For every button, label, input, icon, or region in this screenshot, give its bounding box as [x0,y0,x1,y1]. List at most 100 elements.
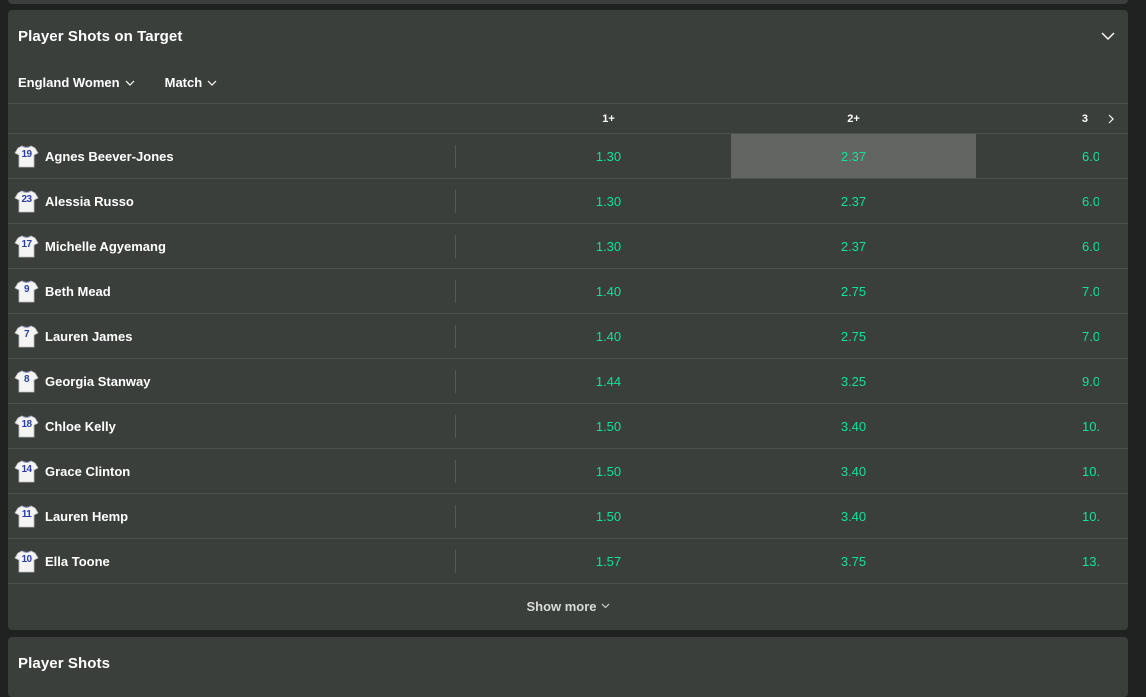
player-cell: 11 Lauren Hemp [8,494,486,538]
odds-button-2plus[interactable]: 2.37 [731,224,976,268]
odds-value: 6.0 [1082,238,1099,254]
table-row: 17 Michelle Agyemang 1.30 2.37 6.0 [8,224,1128,269]
odds-button-1plus[interactable]: 1.50 [486,494,731,538]
player-cell: 14 Grace Clinton [8,449,486,493]
player-cell: 23 Alessia Russo [8,179,486,223]
odds-table-header: 1+ 2+ 3 [8,104,1128,134]
shirt-icon: 8 [14,369,39,394]
shirt-number: 18 [21,418,32,430]
shirt-number: 11 [21,508,32,520]
market-filters: England Women Match [8,62,1128,104]
shirt-icon: 23 [14,189,39,214]
market-header[interactable]: Player Shots [8,637,1128,689]
chevron-down-icon[interactable] [1098,26,1118,46]
odds-button-2plus[interactable]: 2.37 [731,134,976,178]
odds-button-1plus[interactable]: 1.50 [486,404,731,448]
shirt-icon: 17 [14,234,39,259]
table-row: 8 Georgia Stanway 1.44 3.25 9.0 [8,359,1128,404]
table-row: 10 Ella Toone 1.57 3.75 13. [8,539,1128,584]
show-more-button[interactable]: Show more [8,584,1128,628]
odds-value: 9.0 [1082,373,1099,389]
odds-button-1plus[interactable]: 1.57 [486,539,731,583]
shirt-number: 23 [21,193,32,205]
odds-button-2plus[interactable]: 2.75 [731,314,976,358]
shirt-icon: 9 [14,279,39,304]
table-row: 7 Lauren James 1.40 2.75 7.0 [8,314,1128,359]
player-cell: 10 Ella Toone [8,539,486,583]
chevron-down-icon [207,80,217,86]
odds-button-1plus[interactable]: 1.40 [486,269,731,313]
odds-button-1plus[interactable]: 1.30 [486,224,731,268]
odds-button-2plus[interactable]: 3.25 [731,359,976,403]
market-card-shots-on-target: Player Shots on Target England Women Mat… [8,10,1128,630]
player-cell: 8 Georgia Stanway [8,359,486,403]
odds-value: 13. [1082,553,1099,569]
shirt-icon: 18 [14,414,39,439]
odds-button-2plus[interactable]: 3.40 [731,449,976,493]
odds-button-2plus[interactable]: 2.37 [731,179,976,223]
shirt-icon: 14 [14,459,39,484]
odds-button-2plus[interactable]: 2.75 [731,269,976,313]
previous-card-edge [8,0,1128,4]
market-title: Player Shots [18,654,111,672]
shirt-number: 19 [21,148,32,160]
shirt-icon: 7 [14,324,39,349]
shirt-number: 10 [21,553,32,565]
column-header-2plus: 2+ [847,112,860,125]
odds-button-1plus[interactable]: 1.44 [486,359,731,403]
odds-value: 10. [1082,463,1099,479]
odds-value: 6.0 [1082,148,1099,164]
odds-button-3plus[interactable]: 10. [976,404,1128,448]
player-name: Grace Clinton [45,463,131,479]
odds-button-3plus[interactable]: 10. [976,449,1128,493]
player-name: Lauren James [45,328,133,344]
odds-value: 7.0 [1082,283,1099,299]
odds-button-3plus[interactable]: 7.0 [976,269,1128,313]
player-name: Chloe Kelly [45,418,116,434]
shirt-number: 9 [23,283,30,295]
shirt-number: 8 [23,373,30,385]
chevron-right-icon[interactable] [1104,112,1118,126]
odds-button-3plus[interactable]: 10. [976,494,1128,538]
column-header-1plus: 1+ [602,112,615,125]
odds-button-3plus[interactable]: 9.0 [976,359,1128,403]
shirt-icon: 19 [14,144,39,169]
odds-button-3plus[interactable]: 6.0 [976,179,1128,223]
table-row: 9 Beth Mead 1.40 2.75 7.0 [8,269,1128,314]
market-header[interactable]: Player Shots on Target [8,10,1128,62]
odds-value: 10. [1082,418,1099,434]
team-filter-label: England Women [18,75,120,90]
table-row: 23 Alessia Russo 1.30 2.37 6.0 [8,179,1128,224]
odds-button-1plus[interactable]: 1.30 [486,179,731,223]
odds-button-3plus[interactable]: 6.0 [976,134,1128,178]
period-filter-dropdown[interactable]: Match [165,75,218,90]
player-cell: 19 Agnes Beever-Jones [8,134,486,178]
shirt-number: 7 [23,328,30,340]
odds-button-1plus[interactable]: 1.50 [486,449,731,493]
team-filter-dropdown[interactable]: England Women [18,75,135,90]
table-row: 14 Grace Clinton 1.50 3.40 10. [8,449,1128,494]
table-row: 19 Agnes Beever-Jones 1.30 2.37 6.0 [8,134,1128,179]
player-name: Lauren Hemp [45,508,129,524]
player-name: Georgia Stanway [45,373,151,389]
odds-button-2plus[interactable]: 3.40 [731,404,976,448]
chevron-down-icon [125,80,135,86]
player-cell: 18 Chloe Kelly [8,404,486,448]
odds-button-1plus[interactable]: 1.30 [486,134,731,178]
odds-button-3plus[interactable]: 6.0 [976,224,1128,268]
odds-button-2plus[interactable]: 3.75 [731,539,976,583]
player-name: Alessia Russo [45,193,134,209]
shirt-number: 17 [21,238,32,250]
odds-button-2plus[interactable]: 3.40 [731,494,976,538]
shirt-icon: 10 [14,549,39,574]
player-cell: 9 Beth Mead [8,269,486,313]
odds-button-3plus[interactable]: 7.0 [976,314,1128,358]
show-more-label: Show more [526,598,597,614]
player-cell: 7 Lauren James [8,314,486,358]
period-filter-label: Match [164,75,203,90]
odds-button-1plus[interactable]: 1.40 [486,314,731,358]
player-cell: 17 Michelle Agyemang [8,224,486,268]
odds-button-3plus[interactable]: 13. [976,539,1128,583]
player-name: Ella Toone [45,553,110,569]
player-rows: 19 Agnes Beever-Jones 1.30 2.37 6.0 23 A… [8,134,1128,584]
